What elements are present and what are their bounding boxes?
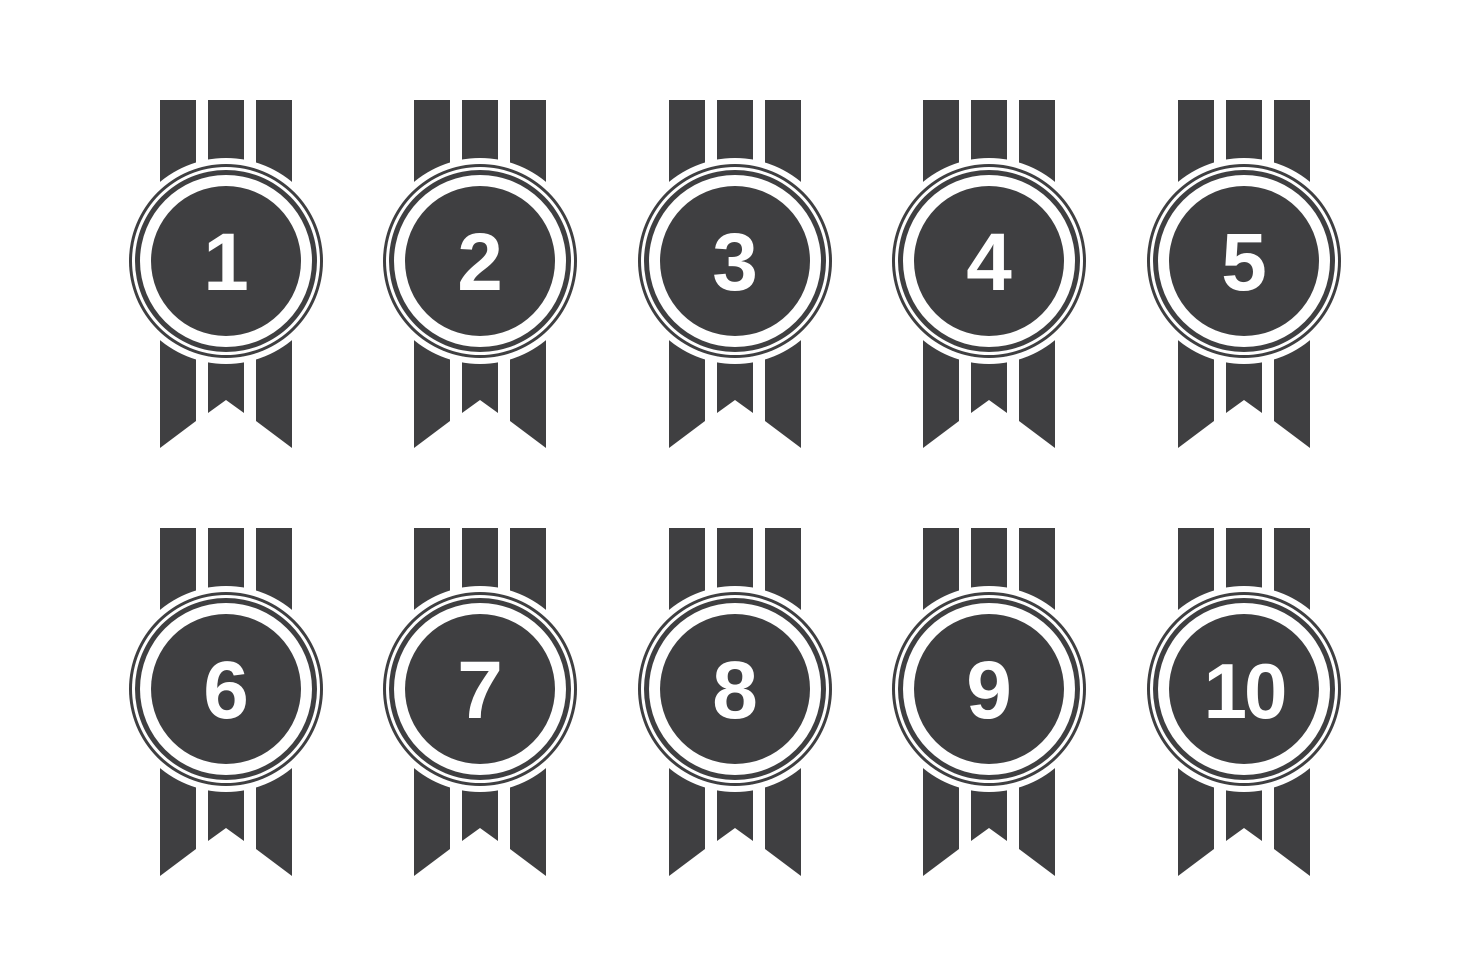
ribbon-medal-icon: 9 [886, 528, 1092, 876]
ribbon-medal-icon: 2 [377, 100, 583, 448]
medal-grid: 1 2 3 4 5 6 7 8 9 10 [0, 0, 1470, 980]
ribbon-medal-icon: 5 [1141, 100, 1347, 448]
medal-badge-5: 5 [1141, 98, 1347, 458]
medal-badge-6: 6 [123, 526, 329, 886]
ribbon-medal-icon: 8 [632, 528, 838, 876]
ribbon-medal-icon: 6 [123, 528, 329, 876]
medal-badge-1: 1 [123, 98, 329, 458]
medal-number: 4 [966, 217, 1012, 308]
medal-badge-3: 3 [632, 98, 838, 458]
medal-number: 5 [1221, 217, 1267, 308]
medal-number: 9 [966, 645, 1012, 736]
medal-number: 6 [203, 645, 249, 736]
medal-number: 2 [457, 217, 503, 308]
ribbon-medal-icon: 7 [377, 528, 583, 876]
medal-number: 1 [203, 217, 249, 308]
ribbon-medal-icon: 1 [123, 100, 329, 448]
ribbon-medal-icon: 4 [886, 100, 1092, 448]
medal-badge-7: 7 [377, 526, 583, 886]
medal-badge-2: 2 [377, 98, 583, 458]
medal-number: 7 [457, 645, 503, 736]
medal-number: 3 [712, 217, 758, 308]
medal-number: 10 [1204, 647, 1285, 735]
ribbon-medal-icon: 10 [1141, 528, 1347, 876]
medal-badge-9: 9 [886, 526, 1092, 886]
medal-badge-4: 4 [886, 98, 1092, 458]
medal-badge-8: 8 [632, 526, 838, 886]
medal-number: 8 [712, 645, 758, 736]
ribbon-medal-icon: 3 [632, 100, 838, 448]
medal-badge-10: 10 [1141, 526, 1347, 886]
